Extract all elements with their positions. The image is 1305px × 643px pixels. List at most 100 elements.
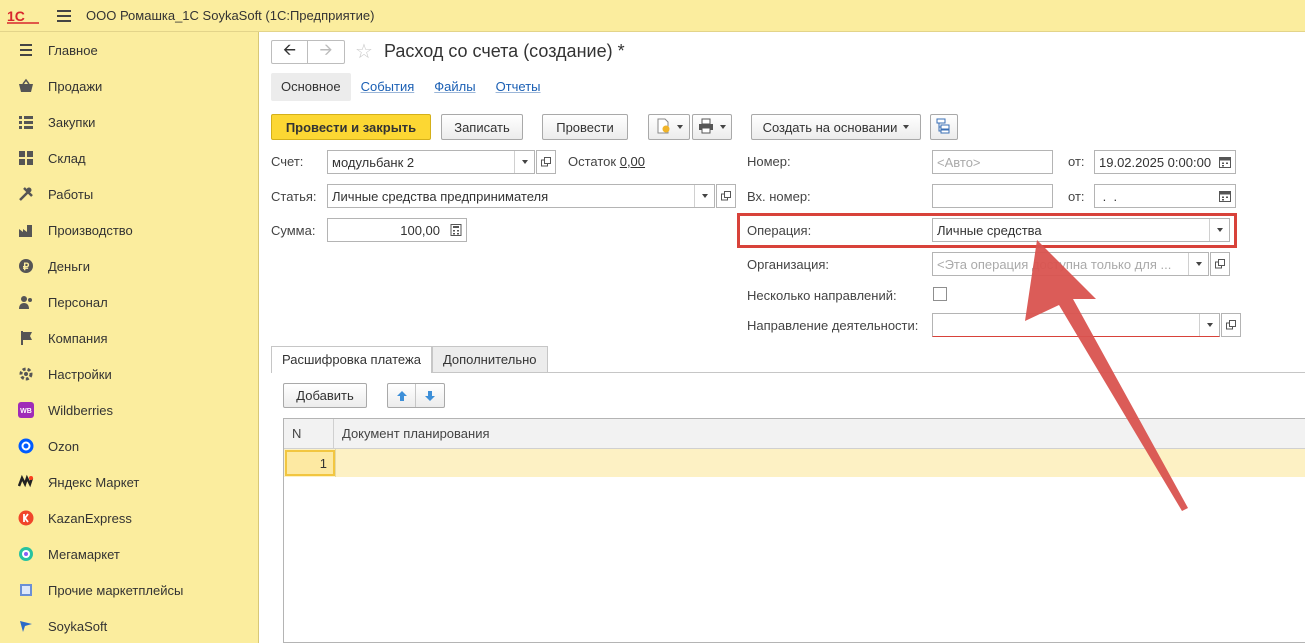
tab-events[interactable]: События [351,73,425,101]
sidebar-item-megamarket[interactable]: Мегамаркет [0,536,258,572]
sidebar-item-label: Прочие маркетплейсы [48,582,184,598]
sum-field[interactable]: 100,00 [327,218,467,242]
account-field[interactable]: модульбанк 2 [327,150,535,174]
tab-main[interactable]: Основное [271,73,351,101]
in-date-field[interactable]: . . [1094,184,1236,208]
ruble-coin-icon: ₽ [18,258,34,274]
balance-value-link[interactable]: 0,00 [620,154,645,169]
svg-text:1С: 1С [7,8,25,24]
sidebar-item-wildberries[interactable]: WB Wildberries [0,392,258,428]
page-title: Расход со счета (создание) * [384,41,625,61]
grid-icon [18,150,34,166]
detail-tabs: Расшифровка платежа Дополнительно [271,346,548,373]
chevron-down-icon[interactable] [514,151,534,173]
sidebar-item-kazanexpress[interactable]: KazanExpress [0,500,258,536]
sidebar-item-works[interactable]: Работы [0,176,258,212]
create-doc-button[interactable] [648,114,690,140]
in-date-label: от: [1068,189,1085,204]
payment-breakdown-table: N Документ планирования 1 [283,418,1305,643]
add-row-button[interactable]: Добавить [283,383,367,408]
open-item-icon[interactable] [716,184,736,208]
column-header-planning-doc[interactable]: Документ планирования [334,419,490,448]
sidebar-item-main[interactable]: Главное [0,32,258,68]
document-add-icon [655,118,671,137]
number-placeholder: <Авто> [937,154,981,170]
1c-logo[interactable]: 1С [4,0,44,32]
table-header: N Документ планирования [284,419,1305,449]
form-tabs: Основное События Файлы Отчеты [271,73,551,101]
arrow-down-icon[interactable] [416,384,444,407]
forward-arrow-icon[interactable]: 🡪 [308,41,344,63]
account-value: модульбанк 2 [332,154,415,170]
sidebar-item-warehouse[interactable]: Склад [0,140,258,176]
sidebar-item-settings[interactable]: Настройки [0,356,258,392]
chevron-down-icon[interactable] [694,185,714,207]
row-number-cell[interactable]: 1 [285,450,335,476]
account-label: Счет: [271,154,304,169]
date-field[interactable]: 19.02.2025 0:00:00 [1094,150,1236,174]
sidebar-item-soykasoft[interactable]: SoykaSoft [0,608,258,643]
sidebar-item-label: Главное [48,42,98,58]
open-account-icon[interactable] [536,150,556,174]
flag-icon [18,330,34,346]
in-date-value: . . [1099,188,1118,204]
post-and-close-button[interactable]: Провести и закрыть [271,114,431,140]
multi-direction-label: Несколько направлений: [747,288,897,303]
sidebar-item-yandex-market[interactable]: Яндекс Маркет [0,464,258,500]
gear-icon [18,366,34,382]
tab-payment-breakdown[interactable]: Расшифровка платежа [271,346,432,373]
basket-icon [18,78,34,94]
menu-lines-icon [18,42,34,58]
sidebar-item-ozon[interactable]: Ozon [0,428,258,464]
favorite-star-icon[interactable]: ☆ [355,40,373,64]
planning-doc-cell[interactable] [335,449,1305,477]
in-number-field[interactable] [932,184,1053,208]
tab-files[interactable]: Файлы [424,73,485,101]
people-icon [18,294,34,310]
table-row[interactable]: 1 [284,449,1305,477]
sidebar-item-personnel[interactable]: Персонал [0,284,258,320]
create-based-on-button[interactable]: Создать на основании [751,114,921,140]
column-header-n[interactable]: N [284,419,334,448]
sidebar-item-money[interactable]: ₽ Деньги [0,248,258,284]
sidebar-item-label: SoykaSoft [48,618,108,634]
organization-placeholder: <Эта операция доступна только для ... [937,256,1172,272]
calendar-icon[interactable] [1215,185,1235,207]
sidebar-item-label: Настройки [48,366,112,382]
sidebar-item-company[interactable]: Компания [0,320,258,356]
sidebar-item-label: Wildberries [48,402,114,418]
sum-label: Сумма: [271,223,316,238]
open-direction-icon[interactable] [1221,313,1241,337]
organization-field[interactable]: <Эта операция доступна только для ... [932,252,1209,276]
sidebar-item-purchases[interactable]: Закупки [0,104,258,140]
open-organization-icon[interactable] [1210,252,1230,276]
chevron-down-icon[interactable] [1199,314,1219,336]
sidebar: Главное Продажи Закупки Склад Работы Про… [0,32,259,643]
save-button[interactable]: Записать [441,114,523,140]
tab-reports[interactable]: Отчеты [486,73,551,101]
multi-direction-checkbox[interactable] [933,287,947,301]
printer-icon [698,118,714,137]
chevron-down-icon[interactable] [1188,253,1208,275]
calendar-icon[interactable] [1215,151,1235,173]
sidebar-item-label: Персонал [48,294,108,310]
create-based-on-label: Создать на основании [762,119,898,135]
sidebar-item-sales[interactable]: Продажи [0,68,258,104]
cashflow-item-value: Личные средства предпринимателя [332,188,549,204]
arrow-up-icon[interactable] [388,384,416,407]
tools-icon [18,186,34,202]
document-form: 🡨 🡪 ☆ Расход со счета (создание) * Основ… [259,32,1305,643]
post-button[interactable]: Провести [542,114,628,140]
back-arrow-icon[interactable]: 🡨 [272,41,309,63]
print-button[interactable] [692,114,732,140]
sidebar-item-other-marketplaces[interactable]: Прочие маркетплейсы [0,572,258,608]
main-menu-icon[interactable] [50,0,78,32]
direction-field[interactable] [932,313,1220,337]
number-field[interactable]: <Авто> [932,150,1053,174]
tab-additional[interactable]: Дополнительно [431,346,548,373]
cashflow-item-field[interactable]: Личные средства предпринимателя [327,184,715,208]
sidebar-item-label: Продажи [48,78,103,94]
calculator-icon[interactable] [446,219,466,241]
sidebar-item-production[interactable]: Производство [0,212,258,248]
structure-button[interactable] [930,114,958,140]
